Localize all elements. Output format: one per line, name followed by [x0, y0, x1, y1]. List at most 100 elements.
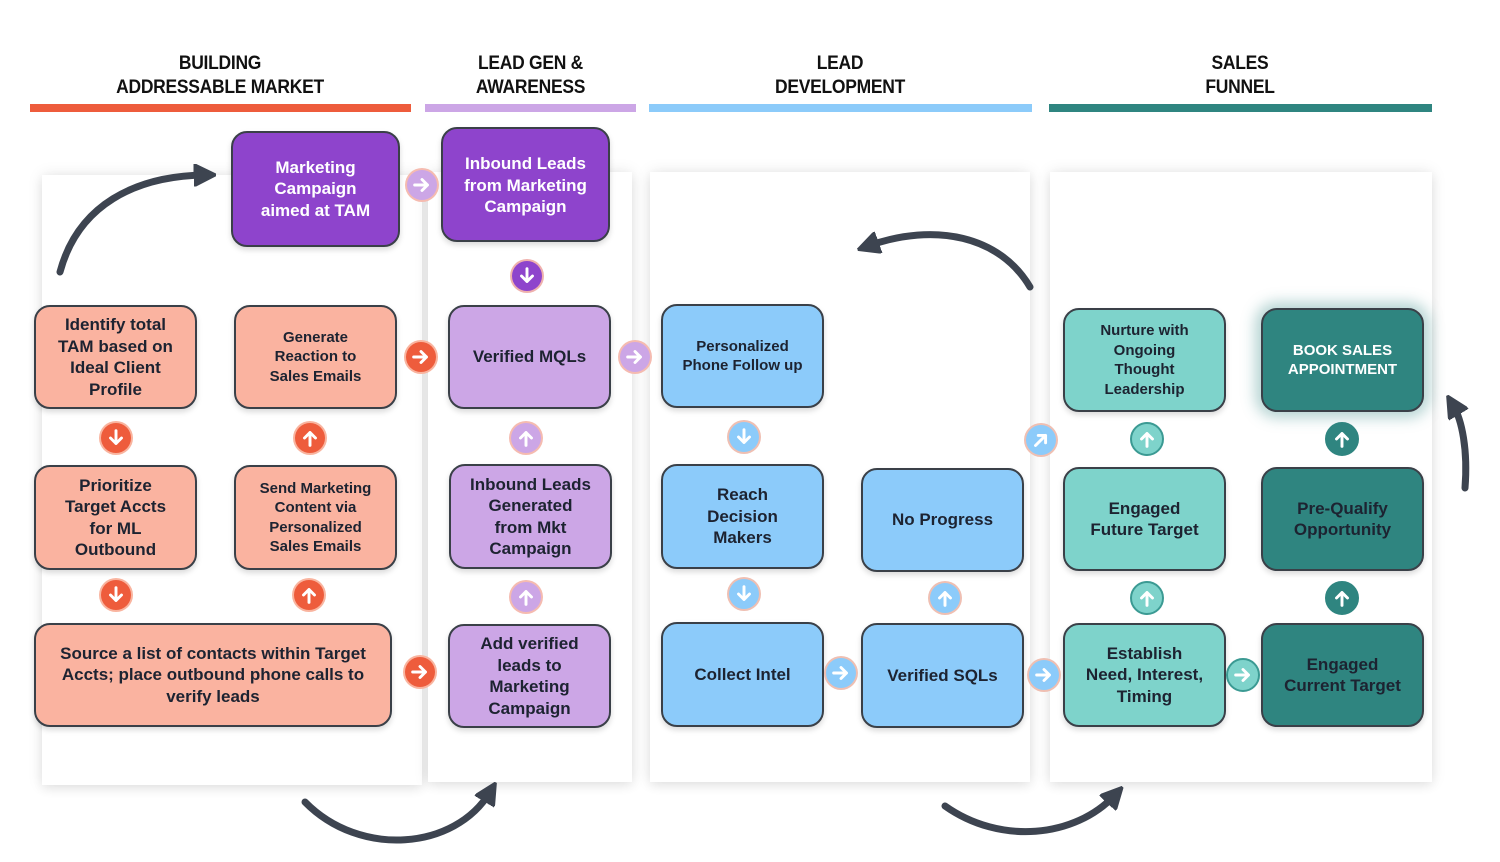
box-text: Campaign	[488, 698, 571, 718]
arrow-right-icon	[1035, 668, 1051, 682]
box-personalized-phone[interactable]: Personalized Phone Follow up	[661, 304, 824, 408]
box-text: Engaged	[1108, 498, 1181, 518]
arrow-up-right-icon	[1034, 433, 1048, 447]
box-text: Generate	[282, 328, 349, 346]
box-send-marketing[interactable]: Send Marketing Content via Personalized Sal…	[234, 465, 397, 570]
box-text: from Mkt	[494, 517, 567, 537]
connector-phone-to-reach	[727, 420, 761, 454]
box-text: Nurture with	[1100, 322, 1189, 339]
box-text: Verified SQLs	[887, 665, 998, 685]
box-text: Outbound	[74, 540, 157, 559]
connector-inbound-gen-to-mqls	[509, 421, 543, 455]
box-text: BOOK SALES	[1292, 341, 1393, 359]
box-collect-intel[interactable]: Collect Intel	[661, 622, 824, 727]
box-text: Ideal Client	[70, 358, 161, 377]
box-engaged-current-target[interactable]: Engaged Current Target	[1261, 623, 1424, 727]
box-text: Personalized	[269, 518, 362, 536]
arrow-up-icon	[938, 591, 952, 607]
box-verified-mqls[interactable]: Verified MQLs	[448, 305, 611, 409]
connector-establish-to-future	[1130, 581, 1164, 615]
box-text: Timing	[1116, 686, 1173, 706]
box-text: Leadership	[1104, 380, 1185, 398]
box-text: Decision	[707, 506, 778, 526]
box-text: Prioritize	[79, 475, 152, 495]
curved-arrow-icon-loop-up-to-campaign	[56, 175, 205, 276]
box-text: APPOINTMENT	[1287, 361, 1398, 378]
box-text: Sales Emails	[269, 367, 362, 385]
box-text: Phone Follow up	[682, 357, 803, 374]
box-reach-decision-makers[interactable]: Reach Decision Makers	[661, 464, 824, 569]
arrow-right-icon	[1234, 668, 1250, 682]
box-text: Opportunity	[1293, 520, 1392, 539]
arrow-right-icon	[412, 350, 428, 364]
box-text: Campaign	[489, 539, 572, 558]
box-text: Engaged	[1306, 654, 1379, 674]
box-text: leads to	[497, 655, 562, 675]
box-prioritize[interactable]: Prioritize Target Accts for ML Outbound	[34, 465, 197, 570]
box-text: Add verified	[480, 634, 579, 653]
box-verified-sqls[interactable]: Verified SQLs	[861, 623, 1024, 728]
box-text: Pre-Qualify	[1297, 498, 1388, 518]
curved-arrow-icon-loop-bottom-to-sales-funnel	[941, 795, 1115, 836]
box-inbound-leads-from-campaign[interactable]: Inbound Leads from Marketing Campaign	[441, 127, 610, 242]
box-inbound-generated[interactable]: Inbound Leads Generated from Mkt Campaign	[449, 464, 612, 569]
arrow-up-icon	[519, 431, 533, 447]
arrow-right-icon	[411, 665, 427, 679]
connector-future-to-nurture	[1130, 422, 1164, 456]
arrow-down-icon	[109, 586, 123, 602]
connector-source-to-send	[292, 578, 326, 612]
box-text: Marketing	[275, 157, 356, 177]
box-text: No Progress	[891, 510, 994, 530]
box-text: aimed at TAM	[260, 200, 371, 220]
connector-establish-to-current	[1226, 658, 1260, 692]
connector-send-to-generate	[293, 421, 327, 455]
box-identify-tam[interactable]: Identify total TAM based on Ideal Client Pr…	[34, 305, 197, 409]
box-text: Profile	[89, 379, 142, 399]
connector-sqls-to-noprogress	[928, 581, 962, 615]
connector-add-to-inbound-gen	[509, 580, 543, 614]
box-engaged-future-target[interactable]: Engaged Future Target	[1063, 467, 1226, 571]
box-source-list[interactable]: Source a list of contacts within Target A…	[34, 623, 392, 727]
box-pre-qualify[interactable]: Pre-Qualify Opportunity	[1261, 467, 1424, 571]
box-text: Content via	[274, 499, 357, 516]
box-text: Identify total	[64, 315, 167, 334]
curved-arrow-icon-loop-back-to-lead-dev	[868, 231, 1034, 291]
box-text: Current Target	[1284, 676, 1401, 695]
box-establish-need[interactable]: Establish Need, Interest, Timing	[1063, 623, 1226, 727]
connector-prioritize-to-source	[99, 578, 133, 612]
connector-noprogress-to-nurture	[1024, 423, 1058, 457]
arrow-up-icon	[519, 590, 533, 606]
connector-current-to-prequalify	[1325, 581, 1359, 615]
box-text: Personalized	[696, 337, 789, 355]
connector-reach-to-collect	[727, 577, 761, 611]
arrow-right-icon	[626, 350, 642, 364]
box-book-sales-appointment[interactable]: BOOK SALES APPOINTMENT	[1261, 308, 1424, 412]
box-generate-reaction[interactable]: Generate Reaction to Sales Emails	[234, 305, 397, 409]
box-marketing-campaign[interactable]: Marketing Campaign aimed at TAM	[231, 131, 400, 247]
box-text: Accts; place outbound phone calls to	[61, 665, 365, 685]
arrow-up-icon	[1140, 432, 1154, 448]
box-text: Marketing	[489, 677, 570, 696]
box-text: from Marketing	[464, 175, 587, 195]
connector-generate-to-mqls	[404, 340, 438, 374]
arrow-down-icon	[109, 429, 123, 445]
box-text: Sales Emails	[269, 538, 362, 555]
box-add-verified-leads[interactable]: Add verified leads to Marketing Campaign	[448, 624, 611, 728]
arrow-right-icon	[413, 178, 429, 192]
arrow-up-icon	[1140, 591, 1154, 607]
arrow-down-icon	[737, 585, 751, 601]
arrow-up-icon	[1335, 432, 1349, 448]
arrow-down-icon	[737, 428, 751, 444]
curved-arrow-icon-loop-bottom-to-lead-gen	[301, 792, 490, 844]
box-text: Reaction to	[274, 348, 357, 366]
box-text: Verified MQLs	[472, 347, 587, 367]
box-no-progress[interactable]: No Progress	[861, 468, 1024, 572]
box-text: Campaign	[484, 197, 567, 216]
box-text: Makers	[713, 528, 772, 548]
box-text: Collect Intel	[694, 664, 791, 684]
box-text: Ongoing	[1113, 341, 1176, 359]
arrow-right-icon	[832, 666, 848, 680]
connector-inbound-to-mqls	[510, 259, 544, 293]
box-nurture[interactable]: Nurture with Ongoing Thought Leadership	[1063, 308, 1226, 412]
arrow-up-icon	[302, 588, 316, 604]
